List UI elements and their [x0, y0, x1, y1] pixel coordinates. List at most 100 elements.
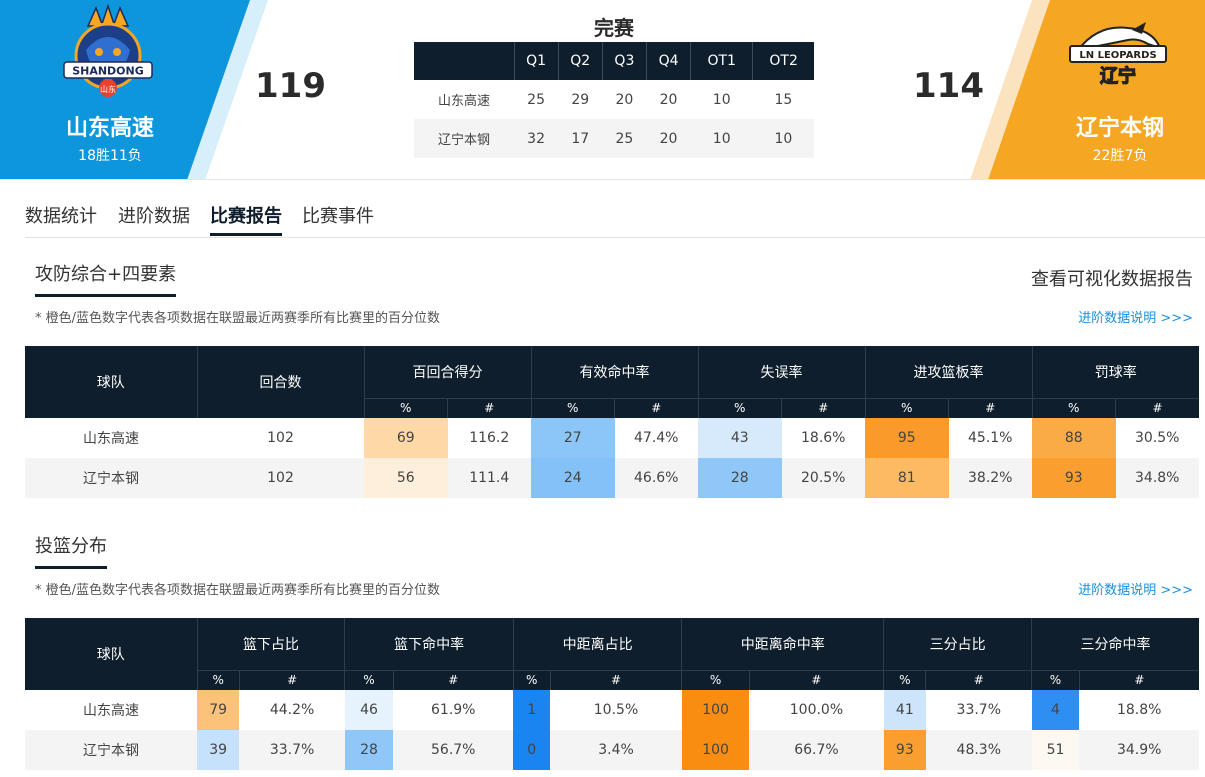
percentile-cell: 100 [681, 730, 750, 770]
quarter-header: Q1 [514, 42, 559, 80]
sub-header: # [239, 669, 346, 690]
game-status: 完赛 [594, 16, 634, 40]
away-logo-text: LN LEOPARDS [1079, 50, 1156, 61]
sub-header: % [197, 669, 240, 690]
value-cell: 100.0% [789, 702, 844, 718]
value-cell: 20.5% [781, 458, 865, 498]
group-header: 篮下占比 [197, 618, 346, 670]
sub-header: # [447, 397, 532, 418]
value-cell: 30.5% [1135, 430, 1180, 446]
quarter-score: 25 [527, 91, 545, 108]
tab-stats[interactable]: 数据统计 [25, 202, 97, 236]
away-team-record: 22胜7负 [1092, 148, 1148, 164]
quarter-score: 20 [615, 91, 634, 108]
quarter-header: Q2 [558, 42, 603, 80]
home-logo-sub: 山东 [100, 84, 116, 94]
value-cell: 3.4% [550, 730, 682, 770]
quarter-score: 10 [752, 119, 814, 158]
percentile-cell: 93 [883, 730, 926, 770]
table-header-row: 球队 篮下占比 篮下命中率 中距离占比 中距离命中率 三分占比 三分命中率 [25, 618, 1199, 690]
percentile-note: * 橙色/蓝色数字代表各项数据在联盟最近两赛季所有比赛里的百分位数 [35, 311, 441, 326]
percentile-cell: 95 [865, 418, 949, 458]
team-cell[interactable]: 山东高速 [25, 690, 197, 730]
percentile-cell: 100 [681, 690, 750, 730]
percentile-cell: 51 [1031, 730, 1080, 770]
home-logo-text: SHANDONG [72, 65, 144, 78]
possessions-cell: 102 [267, 430, 294, 446]
percentile-cell: 24 [531, 458, 615, 498]
sub-header: # [393, 669, 514, 690]
four-factors-table: 球队 回合数 百回合得分 有效命中率 失误率 进攻篮板率 罚球率 % # % #… [25, 346, 1199, 498]
quarter-header-blank [414, 42, 515, 80]
table-row: 辽宁本钢 39 33.7% 28 56.7% 0 3.4% 100 66.7% … [25, 730, 1199, 770]
sub-header: % [865, 397, 949, 418]
team-cell[interactable]: 辽宁本钢 [25, 730, 197, 770]
sub-header: % [698, 397, 782, 418]
sub-header: # [550, 669, 683, 690]
table-row: 山东高速 79 44.2% 46 61.9% 1 10.5% 100 100.0… [25, 690, 1199, 730]
value-cell: 66.7% [749, 730, 884, 770]
home-team-name[interactable]: 山东高速 [40, 110, 180, 142]
group-header: 失误率 [698, 346, 866, 398]
quarter-row-home: 山东高速 25 29 20 20 10 15 [414, 80, 814, 119]
value-cell: 34.8% [1115, 458, 1199, 498]
percentile-note: * 橙色/蓝色数字代表各项数据在联盟最近两赛季所有比赛里的百分位数 [35, 583, 441, 598]
value-cell: 34.9% [1079, 730, 1199, 770]
game-header: SHANDONG 山东 LN LEOPARDS 辽宁 山东高速 18胜11负 辽… [0, 0, 1205, 180]
liaoning-logo-icon: LN LEOPARDS 辽宁 [1069, 22, 1167, 88]
quarter-score: 20 [659, 91, 678, 108]
possessions-cell: 102 [197, 458, 364, 498]
group-header: 篮下命中率 [344, 618, 514, 670]
advanced-data-explain-link[interactable]: 进阶数据说明 >>> [1078, 307, 1193, 326]
value-cell: 33.7% [239, 730, 345, 770]
quarter-score: 10 [712, 91, 731, 108]
group-header: 有效命中率 [531, 346, 699, 398]
percentile-cell: 43 [698, 418, 782, 458]
quarter-score: 17 [558, 119, 603, 158]
sub-header: % [344, 669, 394, 690]
group-header: 中距离命中率 [681, 618, 885, 670]
value-cell: 44.2% [269, 702, 315, 718]
quarter-score: 15 [774, 91, 793, 108]
section-title-shot-distribution: 投篮分布 [35, 532, 107, 569]
home-team-logo[interactable]: SHANDONG 山东 [58, 3, 158, 104]
sub-header: % [1031, 669, 1080, 690]
view-visual-report-link[interactable]: 查看可视化数据报告 [1031, 265, 1193, 291]
quarter-row-away: 辽宁本钢 32 17 25 20 10 10 [414, 119, 814, 158]
percentile-cell: 81 [865, 458, 949, 498]
team-cell[interactable]: 辽宁本钢 [25, 458, 197, 498]
percentile-cell: 79 [197, 690, 240, 730]
value-cell: 56.7% [393, 730, 514, 770]
sub-header: # [781, 397, 866, 418]
percentile-cell: 88 [1032, 418, 1116, 458]
home-team-record: 18胜11负 [78, 148, 142, 164]
quarter-header-row: Q1 Q2 Q3 Q4 OT1 OT2 [414, 42, 814, 80]
group-header: 罚球率 [1032, 346, 1199, 398]
quarter-score: 29 [571, 91, 590, 108]
advanced-data-explain-link[interactable]: 进阶数据说明 >>> [1078, 579, 1193, 598]
sub-header: # [1115, 397, 1199, 418]
away-team-name[interactable]: 辽宁本钢 [1050, 110, 1190, 142]
value-cell: 48.3% [925, 730, 1032, 770]
quarter-score: 20 [646, 119, 691, 158]
team-cell[interactable]: 山东高速 [25, 418, 197, 458]
sub-header: % [531, 397, 615, 418]
tab-game-report[interactable]: 比赛报告 [210, 202, 282, 236]
quarter-header: Q4 [646, 42, 692, 80]
table-row: 山东高速 102 69 116.2 27 47.4% 43 18.6% 95 4… [25, 418, 1199, 458]
away-score: 114 [913, 66, 984, 106]
value-cell: 47.4% [634, 430, 679, 446]
sub-header: % [1032, 397, 1116, 418]
sub-header: % [883, 669, 927, 690]
tab-advanced[interactable]: 进阶数据 [118, 202, 190, 236]
percentile-cell: 39 [197, 730, 240, 770]
team-column-header: 球队 [25, 618, 198, 690]
sub-header: # [925, 669, 1033, 690]
away-team-logo[interactable]: LN LEOPARDS 辽宁 [1068, 20, 1168, 120]
table-subheader-row: % # % # % # % # % # % # [25, 669, 1199, 690]
percentile-cell: 0 [513, 730, 551, 770]
tab-game-events[interactable]: 比赛事件 [302, 202, 374, 236]
shot-distribution-table: 球队 篮下占比 篮下命中率 中距离占比 中距离命中率 三分占比 三分命中率 % … [25, 618, 1199, 770]
percentile-cell: 27 [531, 418, 615, 458]
percentile-cell: 46 [344, 690, 394, 730]
